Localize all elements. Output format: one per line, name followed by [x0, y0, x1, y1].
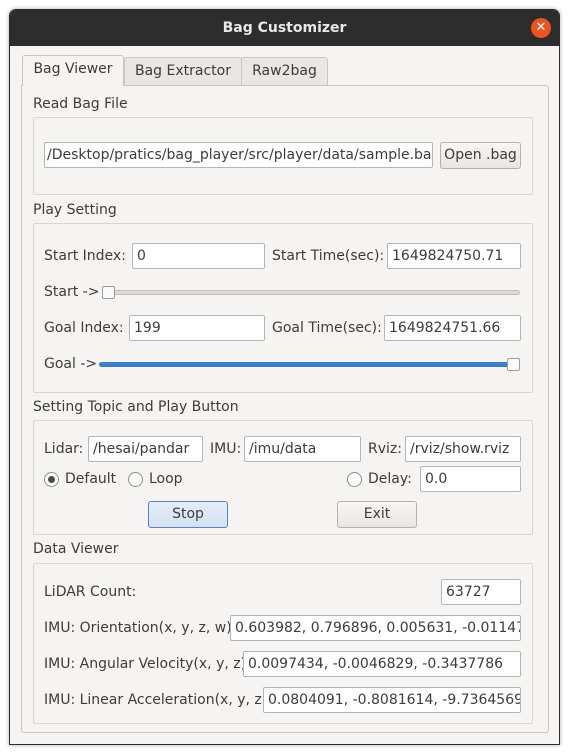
topics-group: Lidar: /hesai/pandar IMU: /imu/data Rviz…	[33, 420, 533, 535]
loop-radio[interactable]	[128, 472, 143, 487]
stop-button[interactable]: Stop	[148, 501, 228, 528]
rviz-config-field[interactable]: /rviz/show.rviz	[405, 436, 521, 462]
close-icon[interactable]: ✕	[531, 18, 551, 38]
open-bag-button[interactable]: Open .bag	[440, 142, 521, 169]
lidar-label: Lidar:	[44, 441, 84, 457]
data-viewer-group: LiDAR Count: 63727 IMU: Orientation(x, y…	[33, 563, 533, 724]
tab-raw2bag[interactable]: Raw2bag	[241, 57, 328, 85]
play-setting-group: Start Index: 0 Start Time(sec): 16498247…	[33, 223, 533, 393]
exit-button[interactable]: Exit	[337, 501, 417, 528]
start-slider-handle[interactable]	[102, 286, 115, 299]
delay-radio[interactable]	[347, 472, 362, 487]
window-title: Bag Customizer	[222, 20, 347, 36]
goal-time-label: Goal Time(sec):	[272, 320, 382, 336]
delay-field[interactable]: 0.0	[420, 466, 521, 492]
angular-velocity-field: 0.0097434, -0.0046829, -0.3437786	[243, 651, 521, 677]
loop-label: Loop	[149, 471, 183, 487]
goal-index-label: Goal Index:	[44, 320, 124, 336]
goal-index-field[interactable]: 199	[129, 315, 265, 341]
delay-label: Delay:	[368, 471, 412, 487]
goal-slider-label: Goal ->	[44, 356, 98, 372]
tab-label: Raw2bag	[252, 63, 317, 79]
start-time-label: Start Time(sec):	[272, 248, 385, 264]
linear-acceleration-field: 0.0804091, -0.8081614, -9.7364569	[263, 687, 521, 713]
read-bag-group: /Desktop/pratics/bag_player/src/player/d…	[33, 117, 533, 195]
start-time-field[interactable]: 1649824750.71	[387, 243, 521, 269]
start-slider-track[interactable]	[102, 290, 520, 295]
start-index-field[interactable]: 0	[132, 243, 265, 269]
goal-time-field[interactable]: 1649824751.66	[384, 315, 521, 341]
play-setting-title: Play Setting	[33, 202, 117, 218]
app-window: Bag Customizer ✕ Bag Viewer Bag Extracto…	[9, 9, 560, 745]
linear-acceleration-label: IMU: Linear Acceleration(x, y, z)	[44, 692, 268, 708]
lidar-count-field: 63727	[441, 579, 521, 605]
orientation-label: IMU: Orientation(x, y, z, w)	[44, 620, 232, 636]
tab-bag-viewer[interactable]: Bag Viewer	[22, 55, 124, 86]
tab-label: Bag Extractor	[135, 63, 231, 79]
orientation-field: 0.603982, 0.796896, 0.005631, -0.011474	[230, 615, 521, 641]
data-viewer-title: Data Viewer	[33, 541, 119, 557]
tab-label: Bag Viewer	[33, 61, 113, 77]
rviz-label: Rviz:	[368, 441, 402, 457]
lidar-count-label: LiDAR Count:	[44, 584, 137, 600]
default-radio[interactable]	[44, 472, 59, 487]
tab-bag-extractor[interactable]: Bag Extractor	[124, 57, 242, 85]
bag-path-field[interactable]: /Desktop/pratics/bag_player/src/player/d…	[44, 142, 433, 168]
goal-slider-handle[interactable]	[507, 358, 520, 371]
bag-viewer-pane: Read Bag File /Desktop/pratics/bag_playe…	[21, 85, 549, 733]
angular-velocity-label: IMU: Angular Velocity(x, y, z)	[44, 656, 247, 672]
start-index-label: Start Index:	[44, 248, 126, 264]
radio-checked-dot	[48, 476, 55, 483]
imu-label: IMU:	[210, 441, 242, 457]
start-slider-label: Start ->	[44, 284, 100, 300]
read-bag-title: Read Bag File	[33, 96, 128, 112]
goal-slider-fill	[99, 362, 513, 367]
lidar-topic-field[interactable]: /hesai/pandar	[88, 436, 203, 462]
imu-topic-field[interactable]: /imu/data	[244, 436, 361, 462]
title-bar: Bag Customizer ✕	[10, 10, 559, 46]
default-label: Default	[65, 471, 117, 487]
topics-title: Setting Topic and Play Button	[33, 399, 239, 415]
